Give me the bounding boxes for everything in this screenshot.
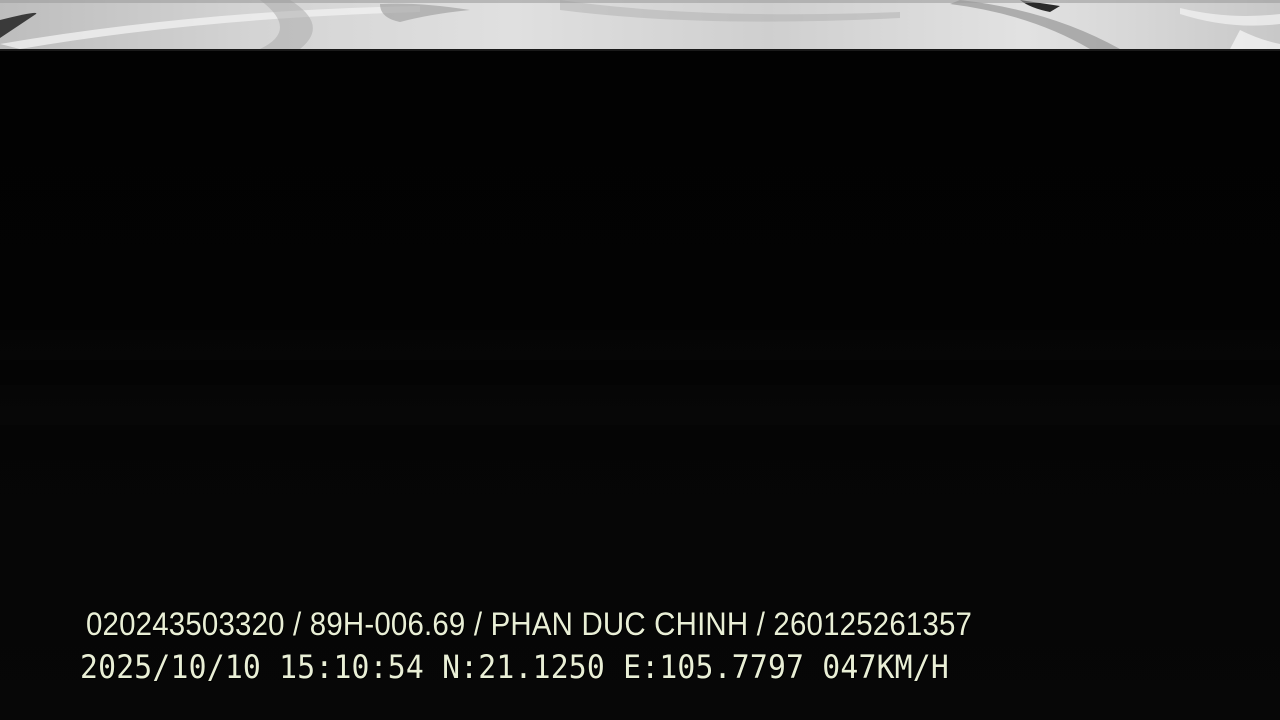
reflection-pattern [0,0,1280,49]
scanline-band [0,385,1280,425]
date-stamp: 2025/10/10 [80,648,262,686]
separator: / [748,606,774,642]
scanline-band [0,330,1280,360]
strip-edge [0,49,1280,51]
osd-telemetry-line: 2025/10/10 15:10:54 N:21.1250 E:105.7797… [80,647,949,687]
camera-frame: 020243503320 / 89H-006.69 / PHAN DUC CHI… [0,0,1280,720]
separator: / [284,606,310,642]
speed-readout: 047KM/H [822,648,949,686]
license-plate: 89H-006.69 [309,606,466,642]
separator: / [465,606,491,642]
osd-identity-line: 020243503320 / 89H-006.69 / PHAN DUC CHI… [86,604,972,644]
longitude-readout: E:105.7797 [623,648,805,686]
device-id: 020243503320 [86,606,285,642]
driver-name: PHAN DUC CHINH [490,606,749,642]
time-stamp: 15:10:54 [279,648,424,686]
latitude-readout: N:21.1250 [442,648,606,686]
windshield-reflection-strip [0,0,1280,49]
driver-license-number: 260125261357 [773,606,973,642]
